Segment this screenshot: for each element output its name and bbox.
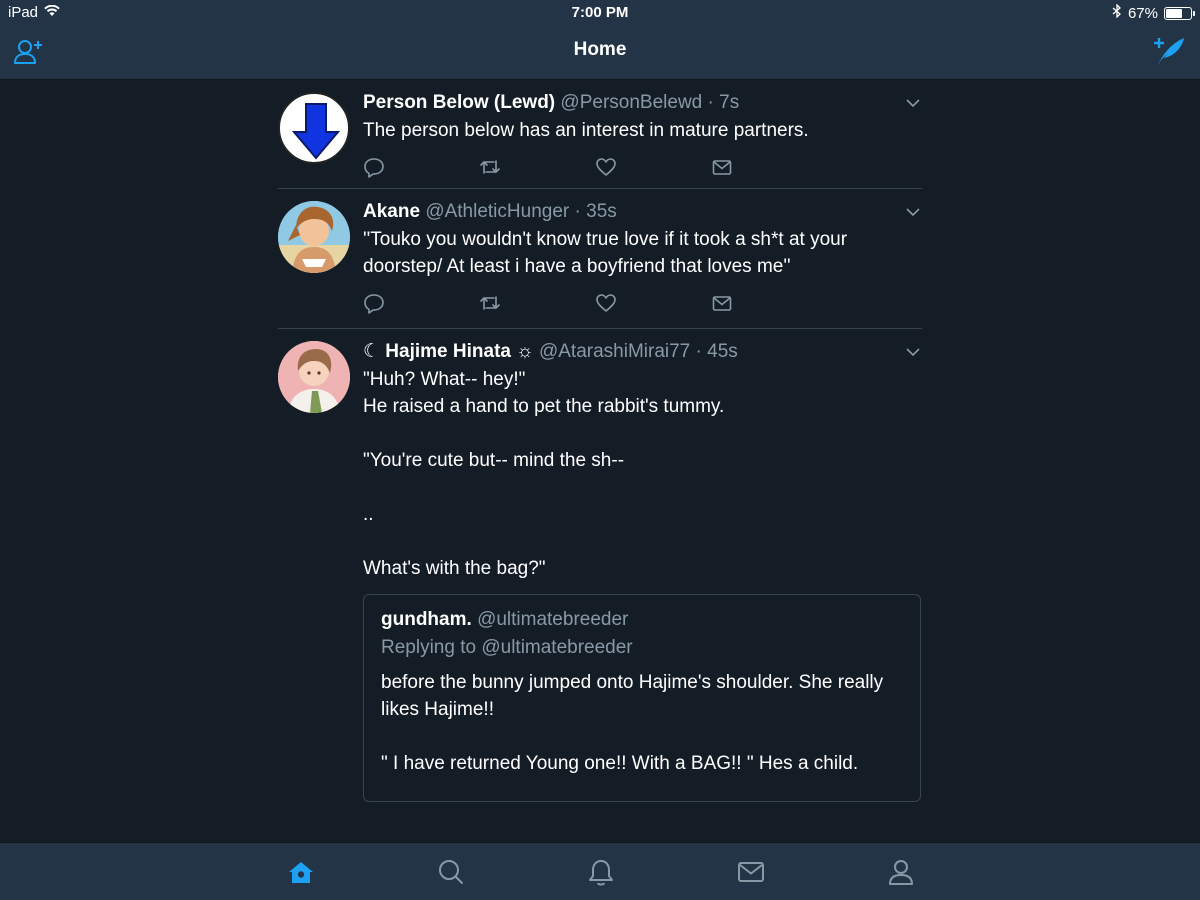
tweet[interactable]: Akane @AthleticHunger · 35s ''Touko you …	[278, 189, 922, 329]
battery-percent: 67%	[1127, 4, 1158, 22]
tweet-text: ''Touko you wouldn't know true love if i…	[363, 229, 848, 277]
notifications-icon[interactable]	[586, 857, 616, 887]
tweet[interactable]: Person Below (Lewd) @PersonBelewd · 7s T…	[278, 80, 922, 189]
retweet-icon[interactable]	[479, 156, 595, 178]
display-name[interactable]: Person Below (Lewd)	[363, 92, 555, 113]
tweet-text: "Huh? What-- hey!" He raised a hand to p…	[363, 369, 725, 579]
messages-icon[interactable]	[736, 857, 766, 887]
quote-handle: @ultimatebreeder	[477, 609, 629, 630]
tweet-header: Akane @AthleticHunger · 35s	[363, 200, 922, 224]
handle[interactable]: @AtarashiMirai77	[539, 341, 690, 362]
quote-header: gundham. @ultimatebreeder	[381, 607, 903, 633]
battery-icon	[1164, 6, 1195, 20]
status-right: 67%	[1112, 3, 1195, 22]
status-bar: iPad 7:00 PM 67%	[0, 0, 1200, 26]
battery-level	[1166, 8, 1183, 18]
tab-bar	[0, 842, 1200, 900]
bluetooth-icon	[1112, 3, 1122, 22]
avatar[interactable]	[278, 201, 350, 273]
direct-message-icon[interactable]	[711, 156, 827, 178]
handle[interactable]: @AthleticHunger	[425, 201, 569, 222]
like-icon[interactable]	[595, 292, 711, 314]
avatar-image	[278, 201, 350, 273]
down-arrow-icon	[291, 103, 341, 160]
chevron-down-icon[interactable]	[904, 203, 922, 221]
chevron-down-icon[interactable]	[904, 343, 922, 361]
avatar[interactable]	[278, 341, 350, 413]
quoted-tweet[interactable]: gundham. @ultimatebreeder Replying to @u…	[363, 594, 921, 802]
timestamp: 45s	[707, 341, 738, 362]
display-name[interactable]: ☾ Hajime Hinata ☼	[363, 341, 534, 362]
tweet-header: Person Below (Lewd) @PersonBelewd · 7s	[363, 91, 922, 115]
chevron-down-icon[interactable]	[904, 94, 922, 112]
quote-display-name: gundham.	[381, 609, 472, 630]
avatar-image	[278, 341, 350, 413]
reply-icon[interactable]	[363, 156, 479, 178]
timeline: Person Below (Lewd) @PersonBelewd · 7s T…	[278, 80, 922, 815]
search-icon[interactable]	[436, 857, 466, 887]
page-title: Home	[573, 39, 627, 60]
retweet-icon[interactable]	[479, 292, 595, 314]
tweet-text: The person below has an interest in matu…	[363, 120, 809, 141]
tweet-header: ☾ Hajime Hinata ☼ @AtarashiMirai77 · 45s	[363, 340, 922, 364]
status-time: 7:00 PM	[571, 4, 629, 21]
separator-dot: ·	[702, 92, 720, 113]
timestamp: 7s	[719, 92, 740, 113]
quote-text: before the bunny jumped onto Hajime's sh…	[381, 672, 884, 774]
avatar[interactable]	[278, 92, 350, 164]
nav-bar: Home	[0, 26, 1200, 80]
timestamp: 35s	[586, 201, 617, 222]
tweet-actions	[363, 156, 922, 180]
home-icon[interactable]	[286, 857, 316, 887]
separator-dot: ·	[690, 341, 708, 362]
quote-replying-to: Replying to @ultimatebreeder	[381, 637, 633, 658]
tweet-actions	[363, 292, 922, 316]
display-name[interactable]: Akane	[363, 201, 420, 222]
compose-tweet-icon[interactable]	[1152, 34, 1186, 68]
like-icon[interactable]	[595, 156, 711, 178]
profile-icon[interactable]	[886, 857, 916, 887]
handle[interactable]: @PersonBelewd	[560, 92, 702, 113]
direct-message-icon[interactable]	[711, 292, 827, 314]
separator-dot: ·	[569, 201, 587, 222]
tweet[interactable]: ☾ Hajime Hinata ☼ @AtarashiMirai77 · 45s…	[278, 329, 922, 815]
reply-icon[interactable]	[363, 292, 479, 314]
